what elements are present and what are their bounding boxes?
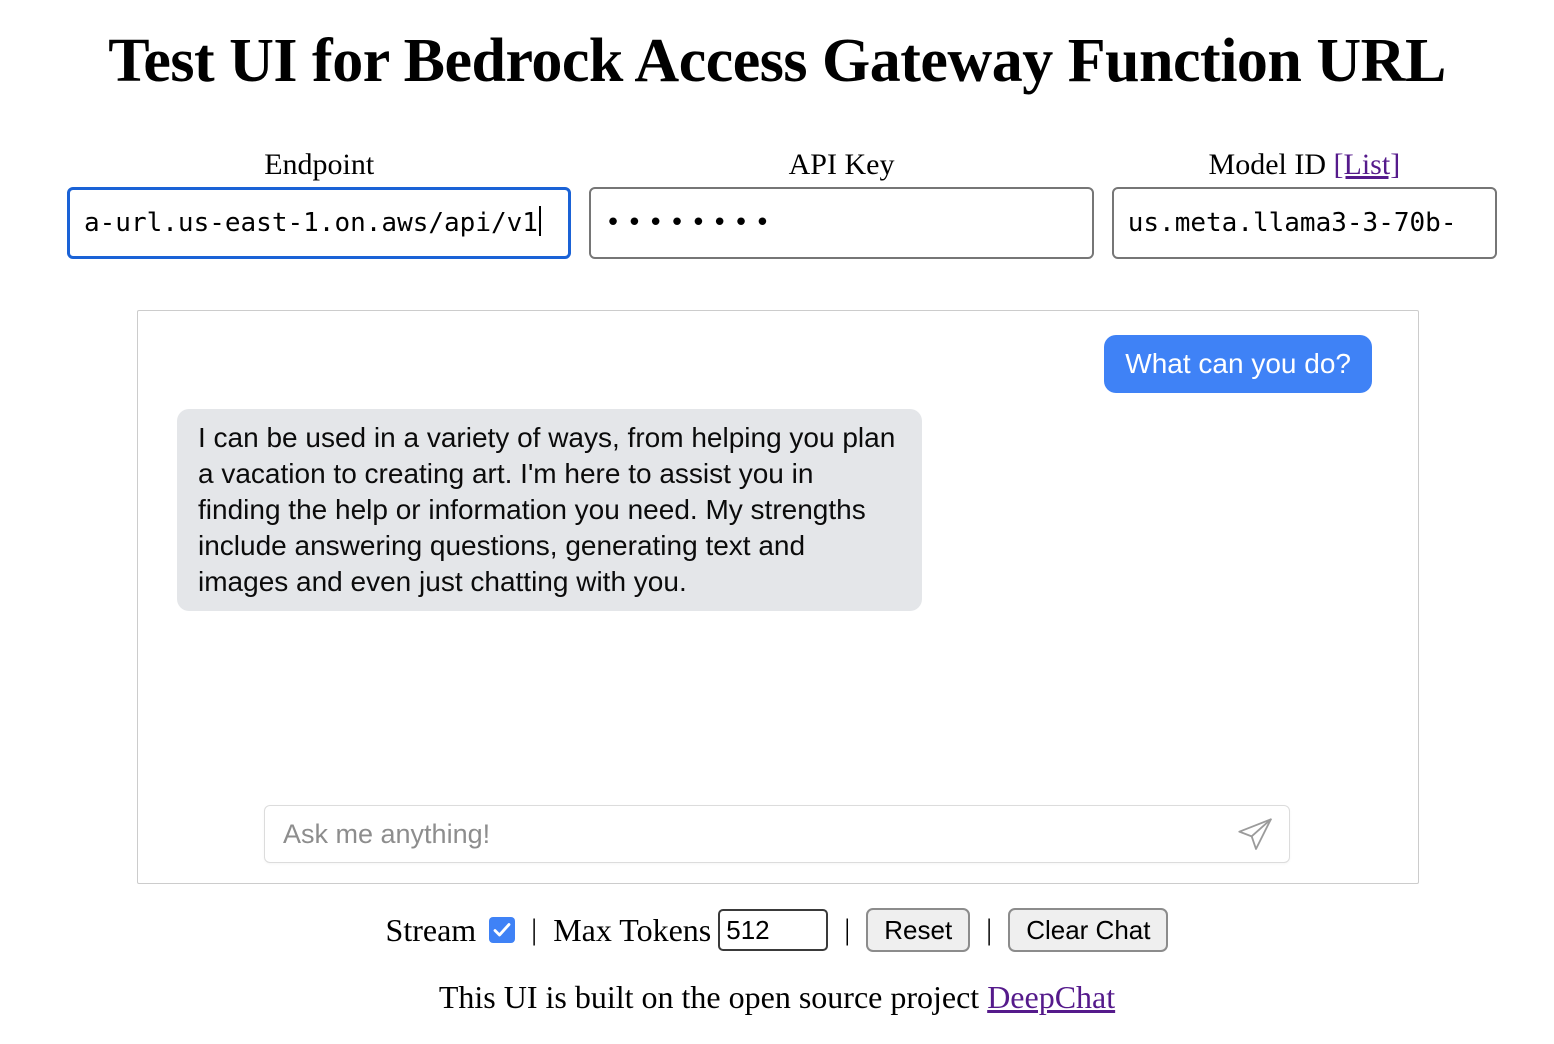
text-caret [538, 206, 541, 236]
api-key-input[interactable]: •••••••• [589, 187, 1094, 259]
api-key-label: API Key [788, 148, 895, 181]
ai-message-bubble: I can be used in a variety of ways, from… [177, 409, 922, 611]
config-row: Endpoint a-url.us-east-1.on.aws/api/v1 A… [67, 148, 1497, 259]
model-id-label-text: Model ID [1208, 148, 1327, 181]
checkmark-icon [493, 923, 511, 937]
max-tokens-input[interactable]: 512 [718, 909, 829, 951]
separator-3: | [986, 913, 993, 946]
endpoint-input-value: a-url.us-east-1.on.aws/api/v1 [84, 208, 538, 238]
deepchat-link[interactable]: DeepChat [987, 979, 1115, 1015]
model-id-field-group: Model ID [List] us.meta.llama3-3-70b- [1111, 148, 1497, 259]
reset-button[interactable]: Reset [866, 908, 971, 952]
stream-checkbox[interactable] [489, 917, 516, 943]
chat-message-row-user: What can you do? [176, 335, 1396, 393]
api-key-field-group: API Key •••••••• [589, 148, 1094, 259]
model-list-link[interactable]: [List] [1334, 148, 1401, 181]
model-id-input[interactable]: us.meta.llama3-3-70b- [1111, 187, 1497, 259]
chat-panel: What can you do? I can be used in a vari… [137, 310, 1419, 884]
max-tokens-label: Max Tokens [553, 912, 712, 948]
stream-label: Stream [385, 912, 477, 948]
footer-text: This UI is built on the open source proj… [438, 979, 988, 1015]
chat-message-list: What can you do? I can be used in a vari… [138, 311, 1418, 791]
endpoint-input[interactable]: a-url.us-east-1.on.aws/api/v1 [67, 187, 572, 259]
clear-chat-button[interactable]: Clear Chat [1008, 908, 1169, 952]
chat-message-row-ai: I can be used in a variety of ways, from… [176, 409, 1396, 611]
page-title: Test UI for Bedrock Access Gateway Funct… [108, 27, 1446, 95]
send-paper-plane-icon[interactable] [1235, 814, 1275, 854]
model-id-label: Model ID [List] [1209, 148, 1401, 182]
separator-1: | [531, 913, 538, 946]
footer: This UI is built on the open source proj… [0, 978, 1554, 1016]
bottom-controls: Stream | Max Tokens 512 | Reset | Clear … [0, 908, 1554, 952]
separator-2: | [844, 913, 851, 946]
chat-input-bar[interactable]: Ask me anything! [264, 805, 1290, 863]
user-message-bubble: What can you do? [1104, 335, 1372, 393]
endpoint-label: Endpoint [264, 148, 375, 181]
endpoint-field-group: Endpoint a-url.us-east-1.on.aws/api/v1 [67, 148, 572, 259]
app-root: Test UI for Bedrock Access Gateway Funct… [0, 0, 1554, 1044]
api-key-masked-value: •••••••• [605, 208, 777, 238]
model-id-input-value: us.meta.llama3-3-70b- [1127, 208, 1457, 238]
chat-input-placeholder: Ask me anything! [283, 818, 491, 849]
